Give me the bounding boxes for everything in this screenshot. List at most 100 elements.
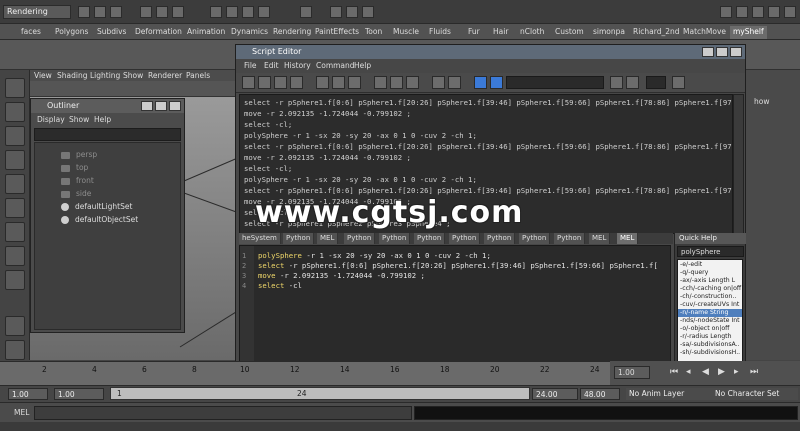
save-to-shelf-icon[interactable] <box>290 76 303 89</box>
shelf-tab-active[interactable]: myShelf <box>730 26 767 39</box>
layout-single-icon[interactable] <box>5 246 25 266</box>
snap-plane-icon[interactable] <box>258 6 270 18</box>
select-hierarchy-icon[interactable] <box>140 6 152 18</box>
channel-box-icon[interactable] <box>752 6 764 18</box>
shelf-tab[interactable]: Muscle <box>390 26 422 39</box>
rotate-tool-icon[interactable] <box>5 174 25 194</box>
quick-help-entry-selected[interactable]: -n/-name String <box>678 309 742 317</box>
line-numbers-icon[interactable] <box>448 76 461 89</box>
range-end-field[interactable]: 48.00 <box>580 388 620 400</box>
open-script-icon[interactable] <box>242 76 255 89</box>
move-tool-icon[interactable] <box>5 150 25 170</box>
character-set-select[interactable]: No Character Set <box>712 388 798 400</box>
menu-help[interactable]: Help <box>354 60 371 72</box>
new-scene-icon[interactable] <box>78 6 90 18</box>
shelf-tab[interactable]: Rendering <box>270 26 314 39</box>
quick-help-entry[interactable]: -q/-query <box>680 269 708 277</box>
scale-tool-icon[interactable] <box>5 198 25 218</box>
shelf-tab[interactable]: simonpa <box>590 26 628 39</box>
quick-help-entry[interactable]: -nds/-nodeState Int <box>680 317 740 325</box>
quick-help-entry[interactable]: -ch/-construction.. <box>680 293 736 301</box>
range-slider[interactable]: 1 24 <box>110 387 530 400</box>
tool-settings-icon[interactable] <box>736 6 748 18</box>
outliner-item[interactable]: persp <box>61 149 97 160</box>
play-back-icon[interactable]: ◀ <box>702 367 709 377</box>
shelf-tab[interactable]: faces <box>18 26 44 39</box>
manipulator-tool-icon[interactable] <box>5 222 25 242</box>
shelf-tab[interactable]: Fluids <box>426 26 454 39</box>
shelf-tab[interactable]: Custom <box>552 26 587 39</box>
maximize-icon[interactable] <box>155 101 167 111</box>
show-input-icon[interactable] <box>390 76 403 89</box>
outliner-layout-icon[interactable] <box>5 340 25 360</box>
outliner-item[interactable]: defaultObjectSet <box>61 214 138 225</box>
shelf-tab[interactable]: Toon <box>362 26 385 39</box>
viewport-menu-renderer[interactable]: Renderer <box>148 70 182 81</box>
show-history-icon[interactable] <box>374 76 387 89</box>
current-frame-field[interactable]: 1.00 <box>614 366 650 379</box>
quick-help-entry[interactable]: -sh/-subdivisionsH.. <box>680 349 740 357</box>
step-back-icon[interactable]: ◂ <box>686 367 691 377</box>
history-scrollbar[interactable] <box>733 94 744 234</box>
clear-history-icon[interactable] <box>316 76 329 89</box>
search-field[interactable] <box>506 76 604 89</box>
outliner-item[interactable]: front <box>61 175 94 186</box>
playback-end-field[interactable]: 24.00 <box>532 388 578 400</box>
lasso-tool-icon[interactable] <box>5 102 25 122</box>
minimize-icon[interactable] <box>141 101 153 111</box>
viewport-menu-lighting[interactable]: Lighting <box>90 70 120 81</box>
command-input[interactable] <box>34 406 412 420</box>
select-component-icon[interactable] <box>172 6 184 18</box>
echo-all-icon[interactable] <box>432 76 445 89</box>
history-icon[interactable] <box>300 6 312 18</box>
shelf-tab[interactable]: Fur <box>465 26 483 39</box>
snap-point-icon[interactable] <box>242 6 254 18</box>
attribute-editor-icon[interactable] <box>720 6 732 18</box>
anim-layer-select[interactable]: No Anim Layer <box>626 388 712 400</box>
render-settings-icon[interactable] <box>362 6 374 18</box>
mode-select[interactable]: Rendering <box>3 5 71 19</box>
layout-four-icon[interactable] <box>5 270 25 290</box>
menu-file[interactable]: File <box>244 60 257 72</box>
viewport-menu-shading[interactable]: Shading <box>57 70 87 81</box>
goto-line-field[interactable] <box>646 76 666 89</box>
clear-all-icon[interactable] <box>348 76 361 89</box>
shelf-tab[interactable]: Deformation <box>132 26 185 39</box>
outliner-item[interactable]: defaultLightSet <box>61 201 132 212</box>
input-tab[interactable]: Python <box>283 233 315 244</box>
show-both-icon[interactable] <box>406 76 419 89</box>
search-icon[interactable] <box>610 76 623 89</box>
outliner-filter-field[interactable] <box>34 128 181 141</box>
input-tab[interactable]: Python <box>414 233 446 244</box>
save-scene-icon[interactable] <box>110 6 122 18</box>
input-tab[interactable]: Python <box>379 233 411 244</box>
render-icon[interactable] <box>330 6 342 18</box>
play-forward-icon[interactable]: ▶ <box>718 367 725 377</box>
outliner-menu-display[interactable]: Display <box>37 114 65 126</box>
select-object-icon[interactable] <box>156 6 168 18</box>
search-clear-icon[interactable] <box>626 76 639 89</box>
layers-icon[interactable] <box>5 316 25 336</box>
goto-line-icon[interactable] <box>672 76 685 89</box>
quick-help-tab[interactable]: Quick Help <box>675 233 746 244</box>
quick-help-field[interactable]: polySphere <box>677 246 744 257</box>
shelf-tab[interactable]: PaintEffects <box>312 26 362 39</box>
panel-toggle-icon[interactable] <box>784 6 796 18</box>
minimize-icon[interactable] <box>702 47 714 57</box>
input-tab[interactable]: MEL <box>589 233 611 244</box>
range-start-field[interactable]: 1.00 <box>8 388 48 400</box>
quick-help-entry[interactable]: -ax/-axis Length L <box>680 277 735 285</box>
maximize-icon[interactable] <box>716 47 728 57</box>
paint-select-tool-icon[interactable] <box>5 126 25 146</box>
shelf-tab[interactable]: Dynamics <box>228 26 271 39</box>
close-icon[interactable] <box>169 101 181 111</box>
go-to-end-icon[interactable]: ⏭ <box>750 367 758 377</box>
shelf-tab[interactable]: Polygons <box>52 26 91 39</box>
input-tab[interactable]: Python <box>554 233 586 244</box>
input-tab[interactable]: Python <box>484 233 516 244</box>
shelf-tab[interactable]: Subdivs <box>94 26 129 39</box>
snap-curve-icon[interactable] <box>226 6 238 18</box>
quick-help-entry[interactable]: -r/-radius Length <box>680 333 732 341</box>
execute-all-icon[interactable] <box>474 76 487 89</box>
snap-grid-icon[interactable] <box>210 6 222 18</box>
